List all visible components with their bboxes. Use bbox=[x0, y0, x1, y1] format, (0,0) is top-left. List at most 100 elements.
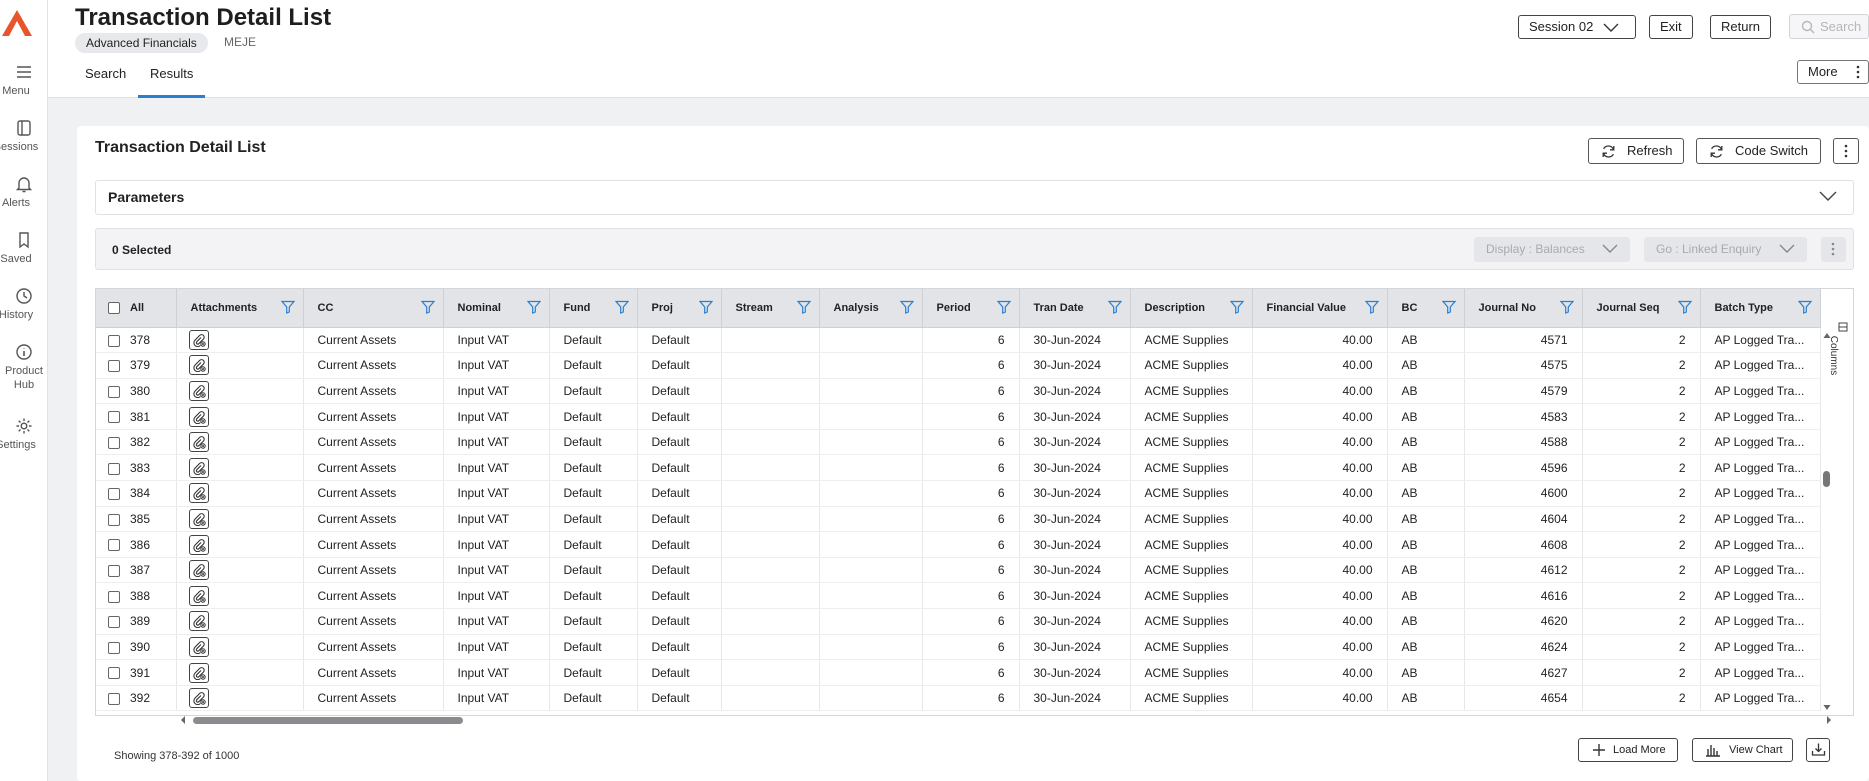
attachments-cell[interactable] bbox=[176, 659, 304, 686]
filter-icon[interactable] bbox=[1677, 300, 1692, 314]
row-checkbox[interactable] bbox=[108, 488, 120, 501]
row-checkbox[interactable] bbox=[108, 437, 120, 449]
attachment-icon[interactable] bbox=[188, 457, 209, 478]
nav-item-history[interactable]: History bbox=[0, 286, 48, 322]
vertical-scrollbar[interactable] bbox=[1821, 329, 1833, 714]
nav-item-alerts[interactable]: Alerts bbox=[0, 174, 48, 210]
row-checkbox[interactable] bbox=[108, 641, 120, 654]
table-row[interactable]: 386 Current Assets Input VAT Default Default… bbox=[96, 531, 1821, 558]
filter-icon[interactable] bbox=[614, 300, 629, 314]
row-select-cell[interactable]: 391 bbox=[96, 659, 177, 686]
view-chart-button[interactable]: View Chart bbox=[1692, 738, 1793, 762]
table-row[interactable]: 391 Current Assets Input VAT Default Default… bbox=[96, 659, 1821, 686]
column-header[interactable]: Period bbox=[922, 289, 1020, 328]
table-row[interactable]: 390 Current Assets Input VAT Default Default… bbox=[96, 634, 1821, 661]
exit-button[interactable]: Exit bbox=[1649, 15, 1693, 39]
table-row[interactable]: 379 Current Assets Input VAT Default Default… bbox=[96, 352, 1821, 379]
scroll-left-icon[interactable] bbox=[179, 715, 187, 725]
attachment-icon[interactable] bbox=[188, 329, 209, 350]
header-search[interactable]: Search bbox=[1789, 14, 1869, 39]
row-select-cell[interactable]: 390 bbox=[96, 634, 177, 661]
column-header[interactable]: Journal Seq bbox=[1582, 289, 1701, 328]
export-button[interactable] bbox=[1806, 738, 1830, 762]
row-select-cell[interactable]: 389 bbox=[96, 608, 177, 635]
row-select-cell[interactable]: 392 bbox=[96, 685, 177, 712]
column-header[interactable]: Tran Date bbox=[1019, 289, 1131, 328]
attachments-cell[interactable] bbox=[176, 352, 304, 379]
filter-icon[interactable] bbox=[1559, 300, 1574, 314]
table-row[interactable]: 388 Current Assets Input VAT Default Default… bbox=[96, 582, 1821, 610]
attachment-icon[interactable] bbox=[188, 380, 209, 401]
attachments-cell[interactable] bbox=[176, 634, 304, 661]
attachment-icon[interactable] bbox=[188, 688, 209, 709]
row-checkbox[interactable] bbox=[108, 385, 120, 398]
attachment-icon[interactable] bbox=[188, 534, 209, 555]
nav-item-settings[interactable]: Settings bbox=[0, 416, 48, 452]
attachment-icon[interactable] bbox=[188, 432, 209, 453]
card-options-button[interactable] bbox=[1833, 138, 1859, 164]
row-checkbox[interactable] bbox=[108, 616, 120, 629]
display-dropdown[interactable]: Display : Balances bbox=[1474, 237, 1630, 262]
row-checkbox[interactable] bbox=[108, 539, 120, 552]
attachments-cell[interactable] bbox=[176, 429, 304, 456]
nav-item-sessions[interactable]: Sessions bbox=[0, 118, 48, 154]
row-checkbox[interactable] bbox=[108, 462, 120, 475]
attachment-icon[interactable] bbox=[188, 560, 209, 581]
row-select-cell[interactable]: 388 bbox=[96, 582, 177, 610]
table-row[interactable]: 383 Current Assets Input VAT Default Default… bbox=[96, 454, 1821, 482]
column-header[interactable]: Analysis bbox=[819, 289, 923, 328]
row-checkbox[interactable] bbox=[108, 513, 120, 526]
attachment-icon[interactable] bbox=[188, 355, 209, 376]
attachments-cell[interactable] bbox=[176, 480, 304, 507]
filter-icon[interactable] bbox=[1229, 300, 1244, 314]
filter-icon[interactable] bbox=[526, 300, 541, 314]
column-header[interactable]: CC bbox=[303, 289, 444, 328]
row-select-cell[interactable]: 379 bbox=[96, 352, 177, 379]
column-header[interactable]: Description bbox=[1130, 289, 1253, 328]
table-row[interactable]: 387 Current Assets Input VAT Default Default… bbox=[96, 557, 1821, 584]
filter-icon[interactable] bbox=[1107, 300, 1122, 314]
table-row[interactable]: 385 Current Assets Input VAT Default Default… bbox=[96, 506, 1821, 533]
module-chip[interactable]: Advanced Financials bbox=[75, 33, 208, 53]
row-select-cell[interactable]: 383 bbox=[96, 454, 177, 482]
row-checkbox[interactable] bbox=[108, 667, 120, 680]
row-select-cell[interactable]: 386 bbox=[96, 531, 177, 558]
row-checkbox[interactable] bbox=[108, 411, 120, 424]
load-more-button[interactable]: Load More bbox=[1578, 738, 1678, 762]
column-header[interactable]: Stream bbox=[721, 289, 820, 328]
attachments-cell[interactable] bbox=[176, 378, 304, 405]
row-checkbox[interactable] bbox=[108, 590, 120, 603]
row-checkbox[interactable] bbox=[108, 692, 120, 705]
filter-icon[interactable] bbox=[1441, 300, 1456, 314]
table-row[interactable]: 378 Current Assets Input VAT Default Default… bbox=[96, 327, 1821, 354]
row-checkbox[interactable] bbox=[108, 334, 120, 347]
tab-search[interactable]: Search bbox=[73, 62, 138, 98]
attachments-cell[interactable] bbox=[176, 403, 304, 430]
attachments-cell[interactable] bbox=[176, 327, 304, 354]
session-dropdown[interactable]: Session 02 bbox=[1518, 15, 1636, 39]
table-row[interactable]: 384 Current Assets Input VAT Default Default… bbox=[96, 480, 1821, 507]
row-select-cell[interactable]: 380 bbox=[96, 378, 177, 405]
nav-item-product-hub[interactable]: Product Hub bbox=[0, 342, 48, 392]
selection-options-button[interactable] bbox=[1821, 237, 1846, 262]
column-header[interactable]: Batch Type bbox=[1700, 289, 1821, 328]
columns-side-tab[interactable]: Columns bbox=[1828, 320, 1852, 380]
filter-icon[interactable] bbox=[420, 300, 435, 314]
row-select-cell[interactable]: 382 bbox=[96, 429, 177, 456]
table-row[interactable]: 380 Current Assets Input VAT Default Default… bbox=[96, 378, 1821, 405]
attachment-icon[interactable] bbox=[188, 636, 209, 657]
table-row[interactable]: 389 Current Assets Input VAT Default Default… bbox=[96, 608, 1821, 635]
attachments-cell[interactable] bbox=[176, 582, 304, 610]
row-select-cell[interactable]: 384 bbox=[96, 480, 177, 507]
attachment-icon[interactable] bbox=[188, 611, 209, 632]
go-dropdown[interactable]: Go : Linked Enquiry bbox=[1644, 237, 1807, 262]
attachments-cell[interactable] bbox=[176, 608, 304, 635]
attachments-cell[interactable] bbox=[176, 531, 304, 558]
filter-icon[interactable] bbox=[899, 300, 914, 314]
row-select-cell[interactable]: 378 bbox=[96, 327, 177, 354]
column-header[interactable]: BC bbox=[1387, 289, 1465, 328]
filter-icon[interactable] bbox=[1364, 300, 1379, 314]
horizontal-scrollbar[interactable] bbox=[177, 715, 1833, 725]
attachment-icon[interactable] bbox=[188, 508, 209, 529]
row-select-cell[interactable]: 381 bbox=[96, 403, 177, 430]
